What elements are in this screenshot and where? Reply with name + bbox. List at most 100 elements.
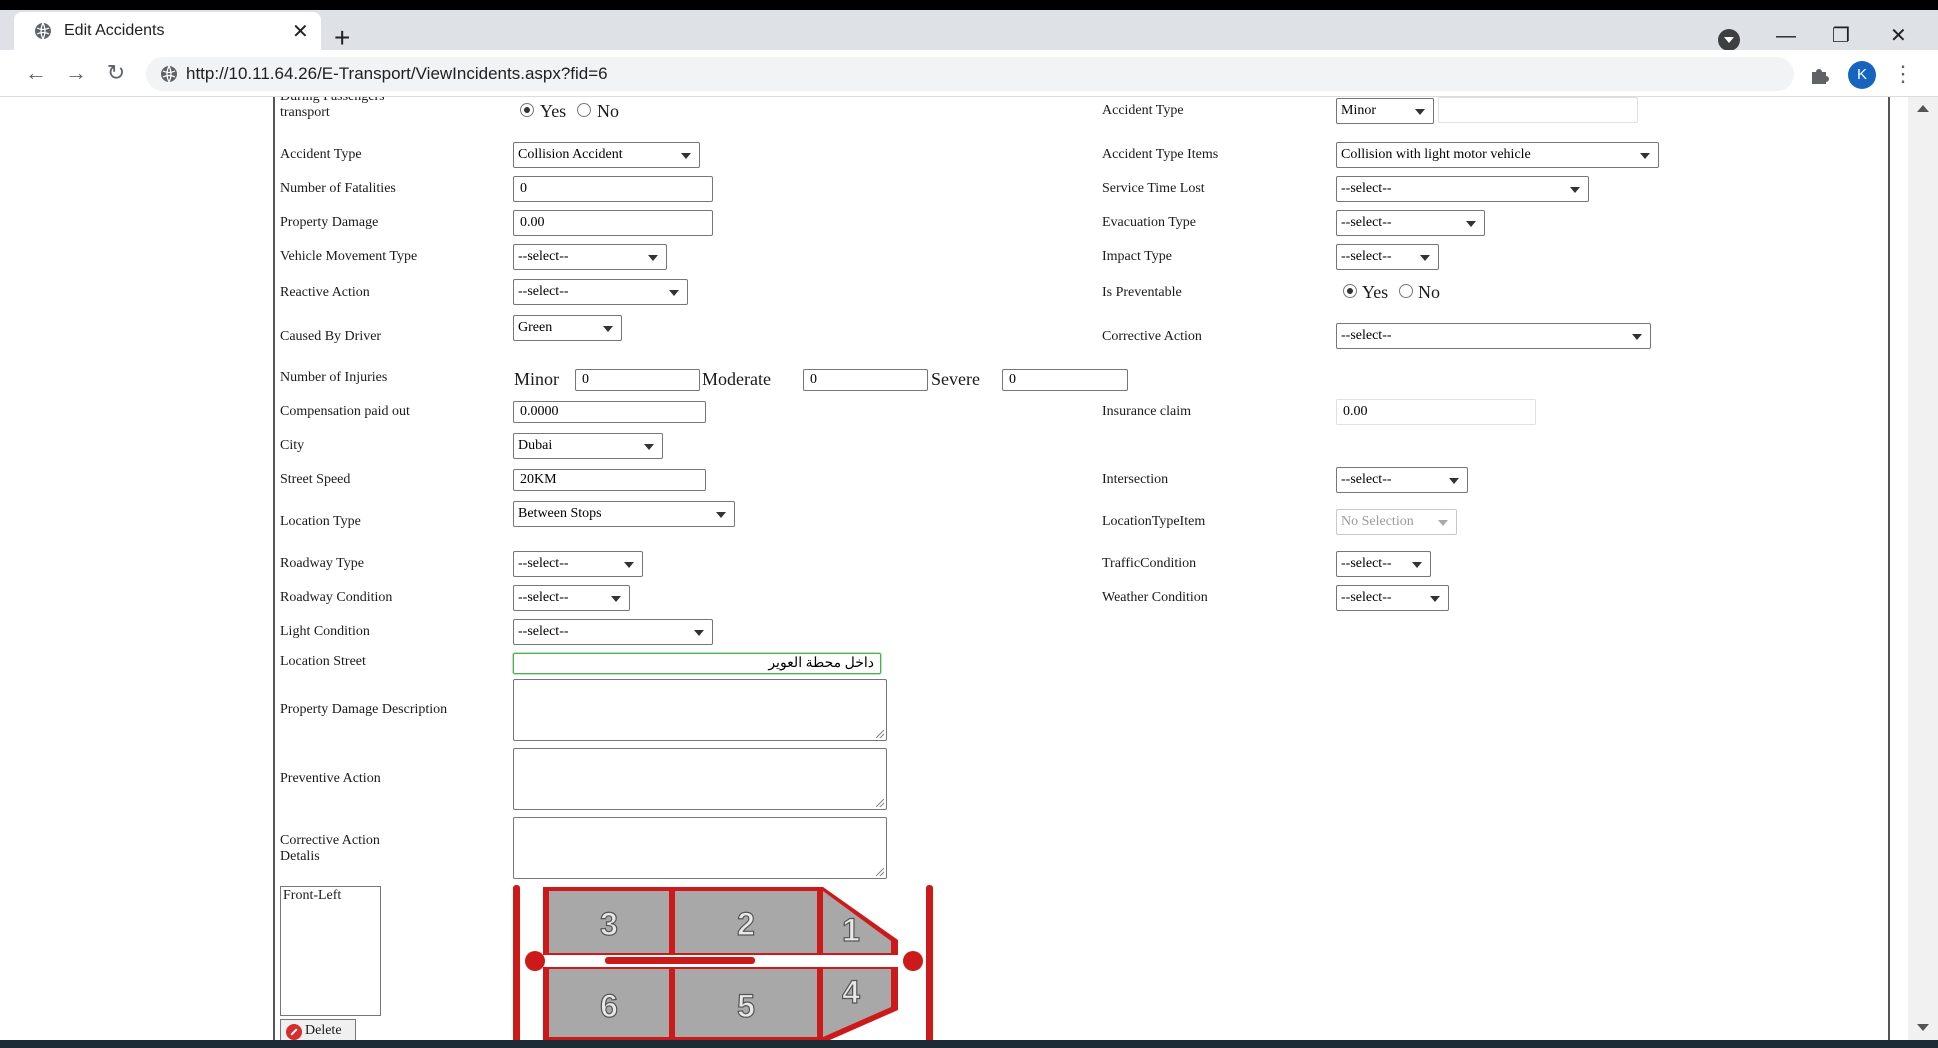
minor-injuries-input[interactable]: 0: [575, 369, 700, 391]
extensions-icon[interactable]: [1808, 64, 1830, 86]
weather-condition-select[interactable]: --select--: [1336, 585, 1449, 611]
content-border-left: [273, 97, 275, 1040]
vehicle-movement-select[interactable]: --select--: [513, 244, 667, 270]
light-condition-select[interactable]: --select--: [513, 619, 713, 645]
close-window-button[interactable]: ✕: [1890, 26, 1907, 46]
location-type-item-select[interactable]: No Selection: [1336, 509, 1457, 535]
browser-toolbar: ← → ↻ http://10.11.64.26/E-Transport/Vie…: [0, 50, 1938, 97]
corrective-action-details-label: Corrective Action Detalis: [280, 833, 380, 864]
zone-2-label: 2: [737, 906, 755, 942]
bus-right-hub: [903, 951, 923, 971]
preventive-action-textarea[interactable]: [513, 748, 887, 810]
back-button[interactable]: ←: [22, 59, 50, 87]
caused-by-driver-label: Caused By Driver: [280, 329, 382, 344]
traffic-condition-select[interactable]: --select--: [1336, 551, 1431, 577]
location-type-label: Location Type: [280, 514, 361, 529]
accident-severity-extra-input[interactable]: [1438, 97, 1638, 123]
zone-3-label: 3: [600, 906, 618, 942]
vehicle-movement-label: Vehicle Movement Type: [280, 249, 418, 264]
compensation-input[interactable]: 0.0000: [513, 401, 706, 423]
new-tab-button[interactable]: +: [334, 24, 350, 52]
profile-avatar[interactable]: K: [1848, 61, 1876, 89]
intersection-select[interactable]: --select--: [1336, 467, 1468, 493]
accident-type-label: Accident Type: [280, 147, 362, 162]
tab-search-icon[interactable]: [1718, 29, 1740, 51]
property-damage-desc-textarea[interactable]: [513, 679, 887, 741]
reload-button[interactable]: ↻: [102, 59, 130, 87]
vertical-scrollbar[interactable]: [1908, 97, 1938, 1040]
service-time-lost-select[interactable]: --select--: [1336, 176, 1589, 202]
bus-axle: [605, 957, 755, 964]
roadway-type-select[interactable]: --select--: [513, 551, 643, 577]
service-time-lost-label: Service Time Lost: [1102, 181, 1205, 196]
tab-bar: Edit Accidents ✕ + — ❐ ✕: [0, 10, 1938, 52]
reactive-action-label: Reactive Action: [280, 285, 370, 300]
browser-menu-icon[interactable]: ⋮: [1892, 60, 1914, 88]
evacuation-type-select[interactable]: --select--: [1336, 210, 1485, 236]
intersection-label: Intersection: [1102, 472, 1169, 487]
delete-icon: [286, 1024, 302, 1040]
fatalities-label: Number of Fatalities: [280, 181, 396, 196]
location-street-label: Location Street: [280, 654, 366, 669]
address-bar[interactable]: http://10.11.64.26/E-Transport/ViewIncid…: [146, 57, 1794, 91]
roadway-condition-select[interactable]: --select--: [513, 585, 630, 611]
weather-condition-label: Weather Condition: [1102, 590, 1208, 605]
zone-5-label: 5: [737, 988, 755, 1024]
passengers-no-radio[interactable]: [577, 103, 591, 117]
page-content: During Passengers transport Yes No Accid…: [0, 97, 1938, 1040]
accident-type-select[interactable]: Collision Accident: [513, 142, 700, 168]
caused-by-driver-select[interactable]: Green: [513, 315, 622, 341]
location-type-select[interactable]: Between Stops: [513, 501, 735, 527]
reactive-action-select[interactable]: --select--: [513, 279, 688, 305]
taskbar-strip: [0, 1040, 1938, 1048]
accident-severity-select[interactable]: Minor: [1336, 98, 1434, 124]
scroll-up-arrow-icon[interactable]: [1917, 105, 1929, 112]
preventive-action-label: Preventive Action: [280, 771, 381, 786]
traffic-condition-label: TrafficCondition: [1102, 556, 1197, 571]
tab-title: Edit Accidents: [64, 22, 165, 39]
city-select[interactable]: Dubai: [513, 433, 663, 459]
corrective-action-details-textarea[interactable]: [513, 817, 887, 879]
forward-button[interactable]: →: [62, 59, 90, 87]
location-street-input[interactable]: داخل محطة العوير: [513, 653, 881, 674]
city-label: City: [280, 438, 305, 453]
severe-injuries-input[interactable]: 0: [1002, 369, 1128, 391]
moderate-injuries-input[interactable]: 0: [803, 369, 928, 391]
accident-type-items-select[interactable]: Collision with light motor vehicle: [1336, 142, 1659, 168]
compensation-label: Compensation paid out: [280, 404, 410, 419]
preventable-no-radio[interactable]: [1399, 284, 1413, 298]
roadway-type-label: Roadway Type: [280, 556, 364, 571]
impact-type-select[interactable]: --select--: [1336, 244, 1439, 270]
preventable-yes-radio[interactable]: [1343, 284, 1357, 298]
zone-6-label: 6: [600, 988, 618, 1024]
corrective-action-select[interactable]: --select--: [1336, 323, 1651, 349]
restore-button[interactable]: ❐: [1832, 26, 1850, 46]
passengers-yes-radio[interactable]: [520, 103, 534, 117]
url-text: http://10.11.64.26/E-Transport/ViewIncid…: [186, 64, 608, 83]
list-item[interactable]: Front-Left: [283, 888, 378, 904]
zone-4-label: 4: [842, 974, 860, 1010]
bus-damage-diagram[interactable]: 3 2 1 6 5 4: [513, 885, 935, 1040]
evacuation-type-label: Evacuation Type: [1102, 215, 1197, 230]
passengers-yes-label: Yes: [540, 101, 567, 121]
delete-button[interactable]: Delete: [280, 1019, 356, 1040]
severe-label: Severe: [931, 369, 980, 389]
scroll-down-arrow-icon[interactable]: [1917, 1024, 1929, 1031]
property-damage-desc-label: Property Damage Description: [280, 702, 448, 717]
damage-location-listbox[interactable]: Front-Left: [280, 886, 381, 1016]
delete-button-label: Delete: [305, 1023, 342, 1038]
street-speed-input[interactable]: 20KM: [513, 469, 706, 491]
browser-tab[interactable]: Edit Accidents ✕: [14, 12, 321, 50]
insurance-claim-input[interactable]: 0.00: [1336, 399, 1536, 425]
property-damage-input[interactable]: 0.00: [513, 210, 713, 236]
fatalities-input[interactable]: 0: [513, 176, 713, 202]
accident-type-items-label: Accident Type Items: [1102, 147, 1219, 162]
light-condition-label: Light Condition: [280, 624, 370, 639]
preventable-yes-label: Yes: [1362, 282, 1389, 302]
passengers-no-label: No: [597, 101, 619, 121]
minimize-button[interactable]: —: [1776, 26, 1796, 46]
site-info-icon[interactable]: [160, 65, 178, 83]
tab-close-icon[interactable]: ✕: [292, 19, 309, 44]
injuries-label: Number of Injuries: [280, 370, 388, 385]
accident-severity-label: Accident Type: [1102, 103, 1184, 118]
